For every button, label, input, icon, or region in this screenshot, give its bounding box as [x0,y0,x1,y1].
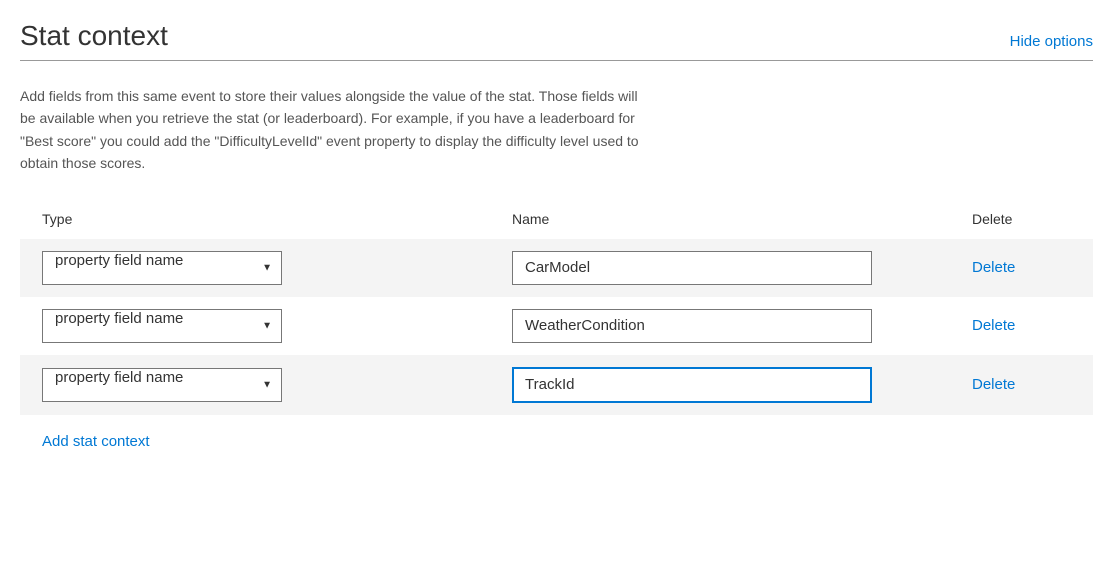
table-row: property field name ▼ Delete [20,297,1093,355]
name-input[interactable] [512,251,872,285]
add-stat-context-link[interactable]: Add stat context [42,433,150,450]
description-text: Add fields from this same event to store… [20,85,640,175]
type-select[interactable]: property field name [42,309,282,343]
delete-link[interactable]: Delete [972,259,1015,276]
type-select-wrapper: property field name ▼ [42,309,282,343]
delete-link[interactable]: Delete [972,376,1015,393]
table-row: property field name ▼ Delete [20,239,1093,297]
hide-options-link[interactable]: Hide options [1010,33,1093,52]
page-title: Stat context [20,20,168,52]
type-select-wrapper: property field name ▼ [42,368,282,402]
column-header-delete: Delete [972,211,1093,227]
stat-context-table: Type Name Delete property field name ▼ D… [20,211,1093,415]
column-header-name: Name [512,211,972,227]
type-select-wrapper: property field name ▼ [42,251,282,285]
table-header: Type Name Delete [20,211,1093,239]
type-select[interactable]: property field name [42,368,282,402]
name-input[interactable] [512,367,872,403]
column-header-type: Type [42,211,512,227]
type-select[interactable]: property field name [42,251,282,285]
delete-link[interactable]: Delete [972,317,1015,334]
table-row: property field name ▼ Delete [20,355,1093,415]
name-input[interactable] [512,309,872,343]
